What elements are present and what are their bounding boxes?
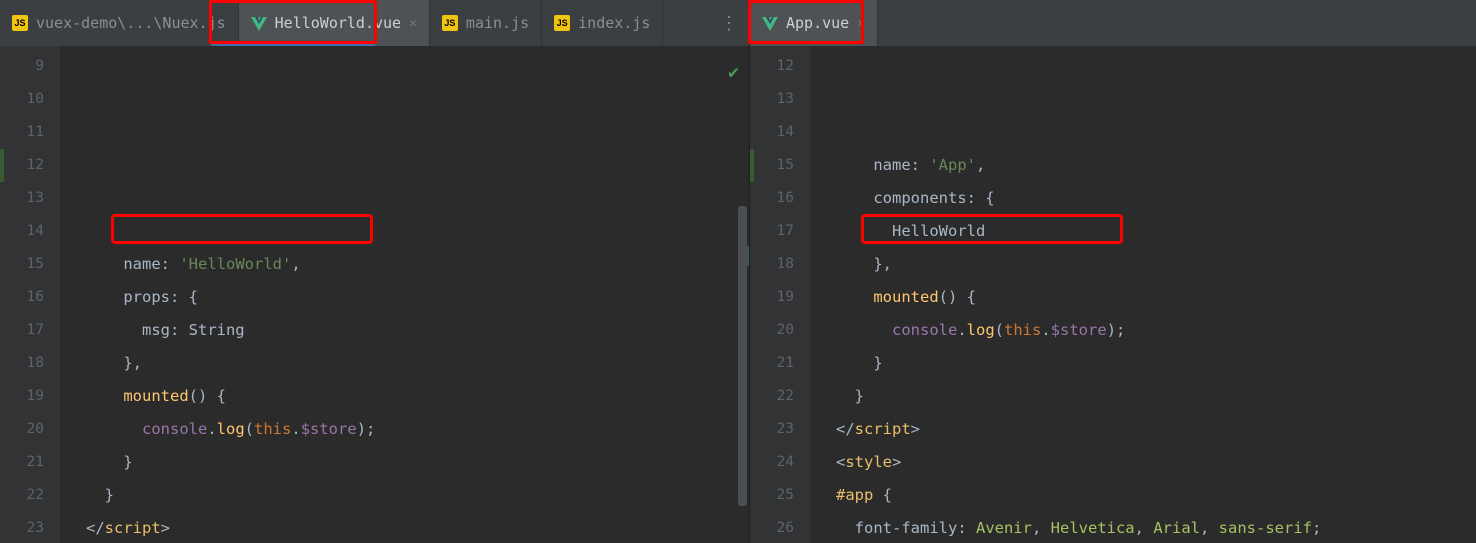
line-number: 20 [0, 413, 44, 446]
line-number: 16 [0, 281, 44, 314]
tab-helloworld-vue[interactable]: HelloWorld.vue ✕ [239, 0, 430, 46]
line-number: 26 [750, 512, 794, 543]
code-line[interactable]: msg: String [86, 314, 749, 347]
js-icon: JS [554, 15, 570, 31]
js-icon: JS [12, 15, 28, 31]
code-line[interactable]: components: { [836, 182, 1476, 215]
tab-index-js[interactable]: JS index.js [542, 0, 663, 46]
code-line[interactable]: } [86, 446, 749, 479]
line-number: 13 [750, 83, 794, 116]
line-number: 21 [750, 347, 794, 380]
vue-icon [762, 15, 778, 31]
tab-bar-left: JS vuex-demo\...\Nuex.js HelloWorld.vue … [0, 0, 749, 46]
code-area[interactable]: ✔ name: 'HelloWorld', props: { msg: Stri… [60, 46, 749, 543]
tab-bar-right: App.vue ✕ [750, 0, 1476, 46]
annotation-box [111, 214, 373, 244]
line-number: 18 [750, 248, 794, 281]
close-icon[interactable]: ✕ [409, 16, 417, 31]
editor-pane-left: JS vuex-demo\...\Nuex.js HelloWorld.vue … [0, 0, 750, 543]
line-number: 24 [750, 446, 794, 479]
js-icon: JS [442, 15, 458, 31]
code-line[interactable]: </script> [836, 413, 1476, 446]
line-number: 15 [0, 248, 44, 281]
code-line[interactable]: console.log(this.$store); [86, 413, 749, 446]
tab-nuex-js[interactable]: JS vuex-demo\...\Nuex.js [0, 0, 239, 46]
code-line[interactable]: name: 'App', [836, 149, 1476, 182]
code-line[interactable]: }, [86, 347, 749, 380]
line-number: 13 [0, 182, 44, 215]
code-area[interactable]: name: 'App', components: { HelloWorld },… [810, 46, 1476, 543]
scrollbar-thumb[interactable] [738, 206, 747, 506]
editor-pane-right: App.vue ✕ 121314151617181920212223242526… [750, 0, 1476, 543]
line-number: 23 [0, 512, 44, 543]
line-number: 17 [0, 314, 44, 347]
code-line[interactable]: </script> [86, 512, 749, 543]
tab-main-js[interactable]: JS main.js [430, 0, 542, 46]
vcs-change-marker [750, 149, 754, 182]
line-number: 12 [0, 149, 44, 182]
code-line[interactable]: <style> [836, 446, 1476, 479]
code-line[interactable]: font-family: Avenir, Helvetica, Arial, s… [836, 512, 1476, 543]
line-number-gutter: 91011121314151617181920212223 [0, 46, 60, 543]
code-line[interactable]: } [836, 347, 1476, 380]
line-number: 11 [0, 116, 44, 149]
line-number: 25 [750, 479, 794, 512]
line-number: 15 [750, 149, 794, 182]
code-line[interactable]: console.log(this.$store); [836, 314, 1476, 347]
tab-label: index.js [578, 14, 650, 32]
code-line[interactable]: }, [836, 248, 1476, 281]
tab-label: HelloWorld.vue [275, 14, 401, 32]
tab-label: vuex-demo\...\Nuex.js [36, 14, 226, 32]
tab-app-vue[interactable]: App.vue ✕ [750, 0, 878, 46]
code-line[interactable]: HelloWorld [836, 215, 1476, 248]
line-number: 23 [750, 413, 794, 446]
code-line[interactable]: name: 'HelloWorld', [86, 248, 749, 281]
check-icon: ✔ [728, 56, 739, 89]
line-number: 12 [750, 50, 794, 83]
code-editor-left[interactable]: 91011121314151617181920212223 ✔ name: 'H… [0, 46, 749, 543]
line-number: 18 [0, 347, 44, 380]
ide-root: JS vuex-demo\...\Nuex.js HelloWorld.vue … [0, 0, 1476, 543]
line-number: 17 [750, 215, 794, 248]
code-line[interactable]: } [86, 479, 749, 512]
code-line[interactable]: mounted() { [86, 380, 749, 413]
code-line[interactable]: props: { [86, 281, 749, 314]
line-number: 10 [0, 83, 44, 116]
vcs-change-marker [0, 149, 4, 182]
line-number: 16 [750, 182, 794, 215]
line-number: 22 [750, 380, 794, 413]
line-number: 21 [0, 446, 44, 479]
line-number: 14 [750, 116, 794, 149]
tabs-overflow-icon[interactable]: ⋮ [720, 0, 739, 46]
line-number: 19 [0, 380, 44, 413]
code-line[interactable]: mounted() { [836, 281, 1476, 314]
vue-icon [251, 15, 267, 31]
line-number: 9 [0, 50, 44, 83]
line-number-gutter: 121314151617181920212223242526 [750, 46, 810, 543]
close-icon[interactable]: ✕ [857, 16, 865, 31]
line-number: 19 [750, 281, 794, 314]
line-number: 14 [0, 215, 44, 248]
code-line[interactable]: #app { [836, 479, 1476, 512]
tab-label: App.vue [786, 14, 849, 32]
tab-label: main.js [466, 14, 529, 32]
code-editor-right[interactable]: 121314151617181920212223242526 name: 'Ap… [750, 46, 1476, 543]
code-line[interactable]: } [836, 380, 1476, 413]
line-number: 22 [0, 479, 44, 512]
line-number: 20 [750, 314, 794, 347]
